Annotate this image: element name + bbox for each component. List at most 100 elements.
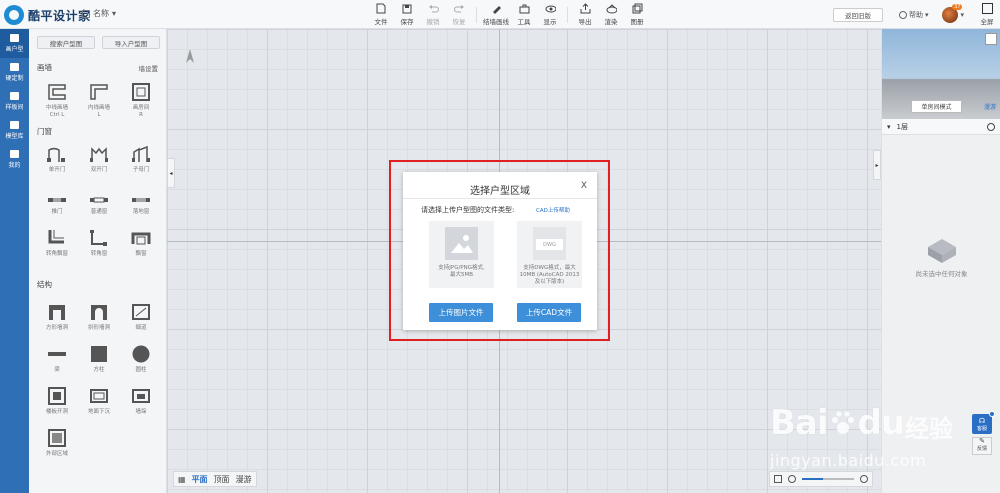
tab-roam[interactable]: 漫游: [236, 474, 252, 485]
bay-window-tool[interactable]: 飘窗: [121, 225, 161, 267]
single-room-mode-button[interactable]: 单房间模式: [911, 100, 962, 113]
image-upload-card[interactable]: 支持JPG/PNG格式, 最大5MB: [429, 221, 494, 288]
square-column-tool[interactable]: 方柱: [79, 341, 119, 383]
floor-window-tool[interactable]: 落地窗: [121, 183, 161, 225]
headset-icon: ☊: [978, 417, 986, 425]
search-floorplan-button[interactable]: 搜索户型图: [37, 36, 95, 49]
mother-door-tool[interactable]: 子母门: [121, 141, 161, 183]
wall-pier-icon: [132, 389, 150, 403]
upload-image-button[interactable]: 上传图片文件: [429, 303, 493, 322]
section-title-structure: 结构: [37, 280, 52, 289]
tools-icon: [519, 3, 530, 14]
chevron-left-icon: ◂: [169, 169, 173, 177]
floor-window-icon: [132, 198, 150, 202]
left-panel-collapse-handle[interactable]: ◂: [167, 158, 175, 188]
nav-item-draw-floorplan[interactable]: 画户型: [0, 29, 29, 58]
file-button[interactable]: 文件: [368, 0, 394, 29]
tools-button[interactable]: 工具: [511, 0, 537, 29]
old-version-button[interactable]: 返回旧版: [832, 7, 883, 22]
redo-icon: [453, 3, 465, 14]
double-door-tool[interactable]: 双开门: [79, 141, 119, 183]
fullscreen-button[interactable]: 全屏: [974, 3, 1000, 26]
help-icon: [898, 10, 907, 19]
floor-sink-tool[interactable]: 地面下沉: [79, 383, 119, 425]
cad-help-link[interactable]: CAD上传帮助: [536, 206, 570, 214]
left-nav: 画户型 硬定制 样板间 模型库 我的: [0, 29, 29, 493]
notification-dot: [989, 411, 995, 417]
floor-opening-icon: [48, 387, 66, 405]
notification-badge: 37: [952, 3, 963, 10]
render-icon: [606, 3, 617, 14]
corner-bay-window-tool[interactable]: 转角飘窗: [37, 225, 77, 267]
import-floorplan-button[interactable]: 导入户型图: [102, 36, 160, 49]
nav-item-custom[interactable]: 硬定制: [0, 58, 29, 87]
export-button[interactable]: 导出: [572, 0, 598, 29]
arch-opening-tool[interactable]: 拱形墙洞: [79, 299, 119, 341]
roam-link[interactable]: 漫游: [984, 102, 996, 111]
round-column-tool[interactable]: 圆柱: [121, 341, 161, 383]
nav-item-model-library[interactable]: 模型库: [0, 116, 29, 145]
tab-plan[interactable]: 平面: [192, 474, 208, 485]
chevron-down-icon[interactable]: ▾: [960, 11, 964, 19]
wall-inner-icon: [90, 84, 108, 100]
toolbar-divider: [476, 7, 477, 23]
floor-opening-tool[interactable]: 楼板开洞: [37, 383, 77, 425]
corner-window-tool[interactable]: 转角窗: [79, 225, 119, 267]
beam-tool[interactable]: 梁: [37, 341, 77, 383]
brush-icon: [491, 3, 502, 14]
image-icon: [451, 235, 473, 253]
floor-selector[interactable]: ▾ 1层: [882, 119, 1000, 135]
help-dropdown[interactable]: 帮助 ▾: [898, 10, 929, 20]
outer-area-tool[interactable]: 外部区域: [37, 425, 77, 467]
display-button[interactable]: 显示: [537, 0, 563, 29]
avatar[interactable]: 37: [942, 3, 963, 23]
render-button[interactable]: 渲染: [598, 0, 624, 29]
corner-window-icon: [90, 230, 107, 246]
tab-ceiling[interactable]: 顶面: [214, 474, 230, 485]
right-panel-collapse-handle[interactable]: ▸: [873, 150, 881, 180]
upload-cad-button[interactable]: 上传CAD文件: [517, 303, 581, 322]
wall-pier-tool[interactable]: 墙垛: [121, 383, 161, 425]
grid-toggle-icon[interactable]: ▦: [178, 475, 186, 484]
wall-settings-link[interactable]: 墙设置: [139, 63, 159, 73]
document-icon: [82, 9, 90, 18]
nav-item-showroom[interactable]: 样板间: [0, 87, 29, 116]
nav-item-mine[interactable]: 我的: [0, 145, 29, 174]
push-door-tool[interactable]: 推门: [37, 183, 77, 225]
window-tool[interactable]: 普通窗: [79, 183, 119, 225]
flue-tool[interactable]: 烟道: [121, 299, 161, 341]
main-toolbar: 文件 保存 撤销 恢复 结墙画线 工具 显示 导出 渲染 图册: [368, 0, 650, 29]
watermark-url: jingyan.baidu.com: [770, 451, 927, 470]
square-opening-tool[interactable]: 方形墙洞: [37, 299, 77, 341]
wall-center-tool[interactable]: 中线画墙 Ctrl L: [37, 79, 77, 121]
file-icon: [376, 3, 387, 14]
paw-icon: [831, 411, 854, 434]
draw-room-tool[interactable]: 画房间 R: [121, 79, 161, 121]
customer-service-button[interactable]: ☊ 客服: [972, 411, 995, 434]
left-panel: 搜索户型图 导入户型图 画墙 墙设置 中线画墙 Ctrl L 内线画墙 L 画房…: [29, 29, 167, 493]
modal-divider: [403, 198, 597, 199]
square-opening-icon: [49, 305, 65, 320]
logo[interactable]: 酷平设计家: [4, 4, 91, 26]
chevron-right-icon: ▸: [875, 161, 879, 169]
expand-preview-icon[interactable]: [985, 33, 997, 45]
3d-preview[interactable]: 单房间模式 漫游: [882, 29, 1000, 119]
doc-name-dropdown[interactable]: 名称 ▾: [82, 8, 116, 19]
save-button[interactable]: 保存: [394, 0, 420, 29]
close-button[interactable]: X: [581, 181, 587, 191]
wall-inner-tool[interactable]: 内线画墙 L: [79, 79, 119, 121]
select-floorplan-modal: 选择户型区域 X 请选择上传户型图的文件类型: CAD上传帮助 支持JPG/PN…: [403, 172, 597, 330]
section-title-walls: 画墙: [37, 63, 52, 72]
single-door-tool[interactable]: 单开门: [37, 141, 77, 183]
chevron-down-icon: ▾: [924, 10, 929, 19]
cad-card-description: 支持DWG格式，最大 10MB (AutoCAD 2013 及以下版本): [519, 265, 580, 285]
brush-button[interactable]: 结墙画线: [481, 0, 511, 29]
cad-upload-card[interactable]: DWG 支持DWG格式，最大 10MB (AutoCAD 2013 及以下版本): [517, 221, 582, 288]
window-icon: [90, 197, 108, 203]
redo-button[interactable]: 恢复: [446, 0, 472, 29]
undo-button[interactable]: 撤销: [420, 0, 446, 29]
album-button[interactable]: 图册: [624, 0, 650, 29]
floorplan-icon: [10, 34, 19, 42]
feedback-button[interactable]: ✎ 反馈: [972, 437, 992, 455]
gear-icon[interactable]: [987, 122, 995, 131]
